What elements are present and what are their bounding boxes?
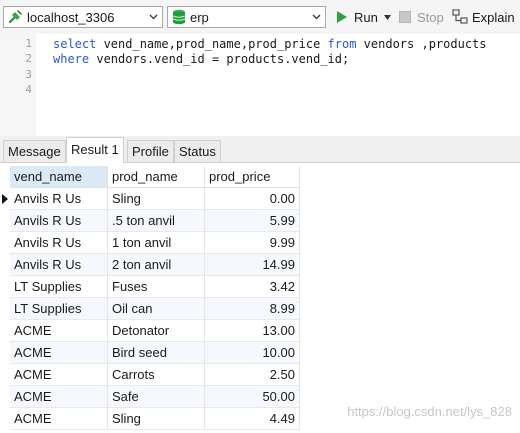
sql-text: vendors ,products [356,37,487,51]
row-header[interactable] [0,298,10,320]
sql-keyword: where [53,52,90,67]
row-header[interactable] [0,254,10,276]
cell-prod-price[interactable]: 0.00 [205,188,300,210]
sql-editor[interactable]: 1 select vend_name,prod_name,prod_price f… [0,34,520,136]
cell-prod-name[interactable]: Fuses [108,276,205,298]
chevron-down-icon [312,14,321,20]
explain-label: Explain [472,9,515,25]
cell-vend-name[interactable]: LT Supplies [10,276,108,298]
table-row[interactable]: LT Supplies Fuses 3.42 [0,276,300,298]
cell-prod-price[interactable]: 13.00 [205,320,300,342]
cell-vend-name[interactable]: ACME [10,386,108,408]
column-header-prod-price[interactable]: prod_price [205,166,300,188]
cell-vend-name[interactable]: Anvils R Us [10,188,108,210]
connection-select[interactable]: localhost_3306 [3,6,163,28]
play-icon [337,11,347,23]
tab-status[interactable]: Status [174,140,221,162]
row-header[interactable] [0,320,10,342]
row-header[interactable] [0,364,10,386]
cell-vend-name[interactable]: ACME [10,342,108,364]
cell-vend-name[interactable]: ACME [10,320,108,342]
cell-prod-name[interactable]: Sling [108,408,205,430]
table-row[interactable]: Anvils R Us 2 ton anvil 14.99 [0,254,300,276]
sql-keyword: select [53,37,97,51]
table-row[interactable]: ACME Bird seed 10.00 [0,342,300,364]
table-row[interactable]: ACME Safe 50.00 [0,386,300,408]
column-header-prod-name[interactable]: prod_name [108,166,205,188]
cell-vend-name[interactable]: ACME [10,364,108,386]
table-row[interactable]: ACME Carrots 2.50 [0,364,300,386]
row-header[interactable] [0,188,10,210]
chevron-down-icon [149,14,158,20]
row-header[interactable] [0,276,10,298]
row-header[interactable] [0,408,10,430]
cell-prod-price[interactable]: 14.99 [205,254,300,276]
cell-vend-name[interactable]: Anvils R Us [10,210,108,232]
cell-prod-price[interactable]: 10.00 [205,342,300,364]
cell-vend-name[interactable]: Anvils R Us [10,254,108,276]
table-row[interactable]: Anvils R Us .5 ton anvil 5.99 [0,210,300,232]
line-number: 2 [25,52,32,66]
cell-prod-price[interactable]: 50.00 [205,386,300,408]
explain-icon [452,9,468,24]
line-number: 4 [25,82,32,96]
table-row[interactable]: Anvils R Us 1 ton anvil 9.99 [0,232,300,254]
connection-icon [8,10,22,24]
watermark: https://blog.csdn.net/lys_828 [347,404,512,419]
cell-prod-name[interactable]: Oil can [108,298,205,320]
row-header[interactable] [0,210,10,232]
stop-button[interactable]: Stop [399,8,444,26]
cell-prod-price[interactable]: 5.99 [205,210,300,232]
table-row[interactable]: ACME Detonator 13.00 [0,320,300,342]
database-icon [172,9,186,25]
column-header-vend-name[interactable]: vend_name [10,166,108,188]
cell-prod-price[interactable]: 9.99 [205,232,300,254]
row-header[interactable] [0,342,10,364]
code-line: select vend_name,prod_name,prod_price fr… [53,36,487,52]
connection-name: localhost_3306 [27,9,115,25]
cell-prod-name[interactable]: 1 ton anvil [108,232,205,254]
cell-prod-name[interactable]: Sling [108,188,205,210]
line-number: 3 [25,67,32,81]
row-header[interactable] [0,386,10,408]
tab-message[interactable]: Message [3,140,66,162]
stop-icon [399,11,411,23]
cell-prod-price[interactable]: 3.42 [205,276,300,298]
cell-prod-price[interactable]: 2.50 [205,364,300,386]
tab-profile[interactable]: Profile [127,140,174,162]
line-number: 1 [25,37,32,50]
cell-prod-name[interactable]: Detonator [108,320,205,342]
sql-text: vendors.vend_id = products.vend_id; [89,52,350,67]
grid-header: vend_name prod_name prod_price [0,166,300,188]
stop-label: Stop [417,9,444,25]
database-select[interactable]: erp [167,6,326,28]
toolbar: localhost_3306 erp Run Stop Explain [0,0,520,34]
tab-result-1[interactable]: Result 1 [66,137,124,163]
table-row[interactable]: ACME Sling 4.49 [0,408,300,430]
cell-prod-price[interactable]: 4.49 [205,408,300,430]
cell-vend-name[interactable]: ACME [10,408,108,430]
row-header[interactable] [0,232,10,254]
sql-keyword: from [327,37,357,51]
cell-prod-name[interactable]: Bird seed [108,342,205,364]
caret-down-icon[interactable] [383,14,391,20]
table-row[interactable]: LT Supplies Oil can 8.99 [0,298,300,320]
cell-prod-price[interactable]: 8.99 [205,298,300,320]
result-tabs: Message Result 1 Profile Status [0,136,520,163]
current-row-indicator-icon [2,194,8,204]
cell-prod-name[interactable]: Safe [108,386,205,408]
code-line: where vendors.vend_id = products.vend_id… [53,51,349,67]
cell-prod-name[interactable]: Carrots [108,364,205,386]
explain-button[interactable]: Explain [452,8,515,26]
sql-text: vend_name,prod_name,prod_price [96,37,328,51]
cell-prod-name[interactable]: .5 ton anvil [108,210,205,232]
cell-vend-name[interactable]: LT Supplies [10,298,108,320]
run-label: Run [354,9,378,25]
cell-prod-name[interactable]: 2 ton anvil [108,254,205,276]
database-name: erp [190,9,209,25]
cell-vend-name[interactable]: Anvils R Us [10,232,108,254]
table-row[interactable]: Anvils R Us Sling 0.00 [0,188,300,210]
run-button[interactable]: Run [336,8,391,26]
